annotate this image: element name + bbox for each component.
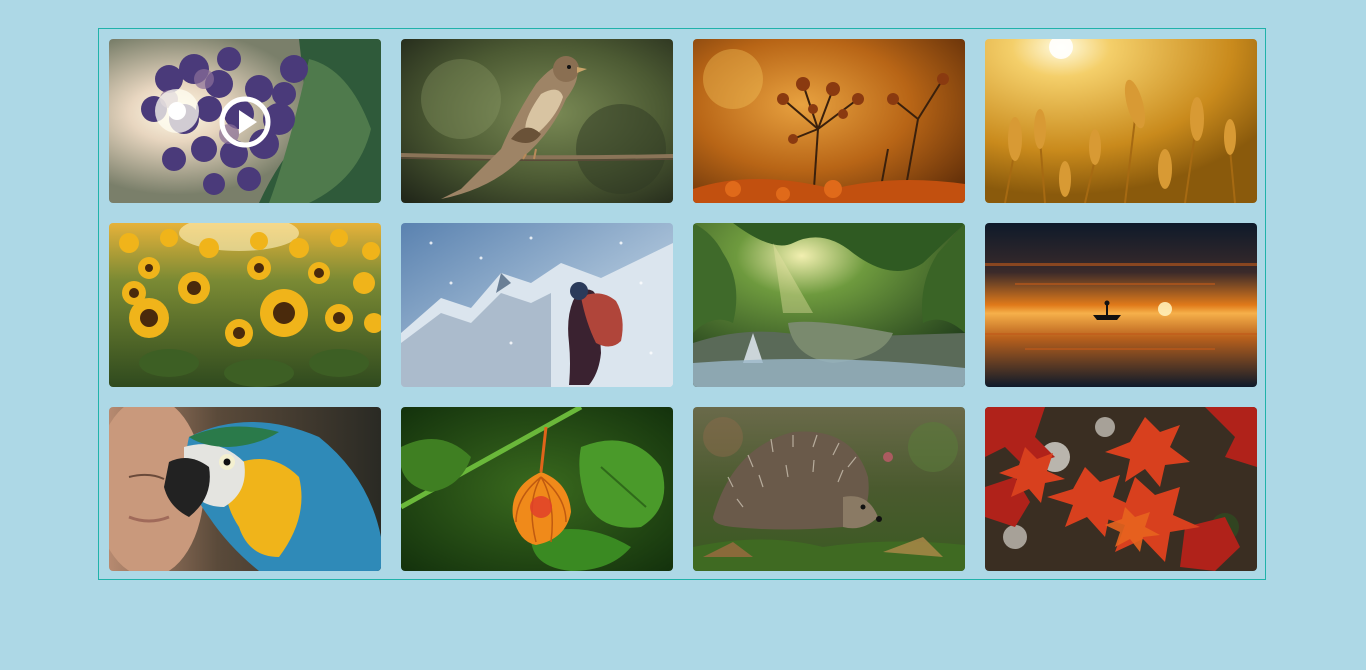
physalis-thumbnail <box>401 407 673 571</box>
gallery-item-autumn-leaves[interactable] <box>985 407 1257 571</box>
gallery-item-grapes-video[interactable] <box>109 39 381 203</box>
sparrow-thumbnail <box>401 39 673 203</box>
wildflower-thumbnail <box>693 39 965 203</box>
sunset-lake-thumbnail <box>985 223 1257 387</box>
gallery-item-macaw[interactable] <box>109 407 381 571</box>
mountain-hiker-thumbnail <box>401 223 673 387</box>
sunflowers-thumbnail <box>109 223 381 387</box>
wheat-thumbnail <box>985 39 1257 203</box>
gallery-grid <box>109 39 1257 571</box>
media-gallery <box>98 28 1266 580</box>
gallery-item-forest-waterfall[interactable] <box>693 223 965 387</box>
gallery-item-wildflower[interactable] <box>693 39 965 203</box>
hedgehog-thumbnail <box>693 407 965 571</box>
gallery-item-wheat[interactable] <box>985 39 1257 203</box>
macaw-thumbnail <box>109 407 381 571</box>
gallery-item-sunset-lake[interactable] <box>985 223 1257 387</box>
gallery-item-physalis[interactable] <box>401 407 673 571</box>
play-icon[interactable] <box>219 96 271 148</box>
gallery-item-sunflowers[interactable] <box>109 223 381 387</box>
gallery-item-hedgehog[interactable] <box>693 407 965 571</box>
gallery-item-mountain-hiker[interactable] <box>401 223 673 387</box>
forest-waterfall-thumbnail <box>693 223 965 387</box>
gallery-item-sparrow[interactable] <box>401 39 673 203</box>
autumn-leaves-thumbnail <box>985 407 1257 571</box>
